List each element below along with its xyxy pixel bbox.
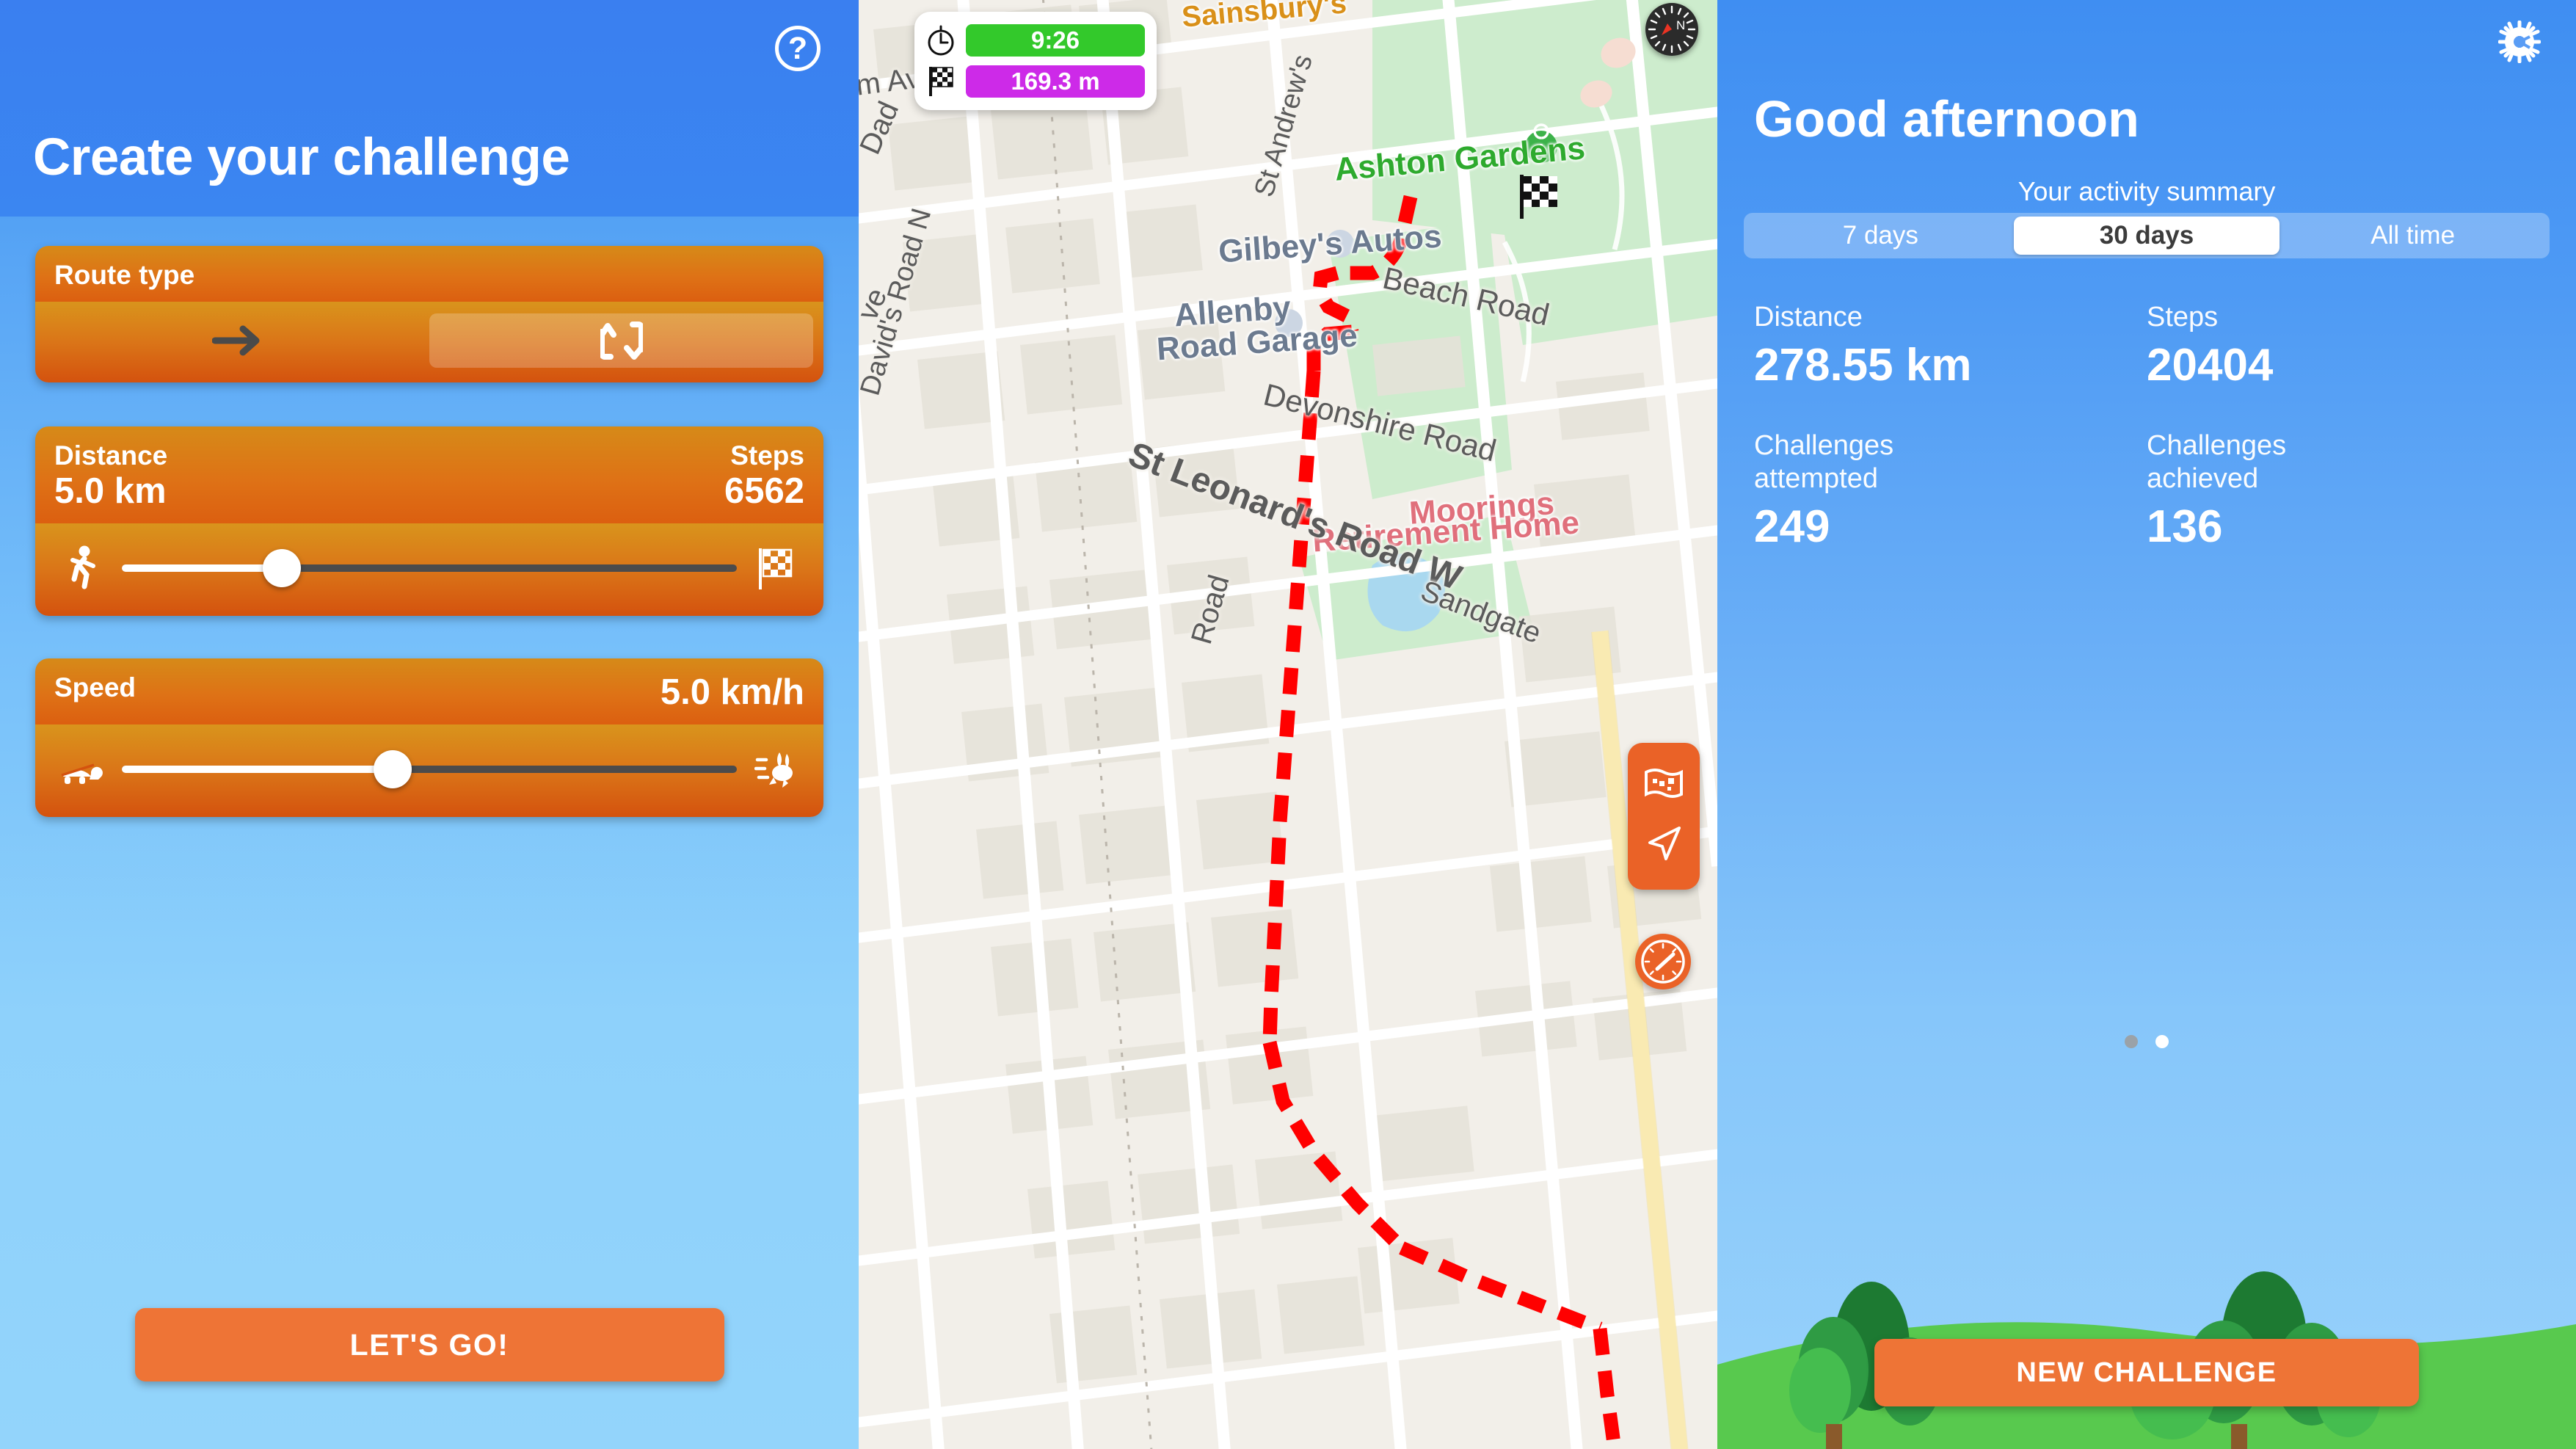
page-indicator <box>1717 1035 2576 1048</box>
run-hud-panel: 9:26 169.3 m <box>914 12 1157 110</box>
speed-card-header: Speed 5.0 km/h <box>35 658 823 724</box>
speed-slider-row <box>51 744 807 795</box>
speed-slider[interactable] <box>122 744 737 795</box>
create-challenge-screen: ? Create your challenge Route type Dista… <box>0 0 859 1449</box>
greeting-title: Good afternoon <box>1754 90 2139 148</box>
distance-slider-thumb[interactable] <box>262 548 301 587</box>
landscape-illustration <box>1717 1271 2576 1449</box>
route-type-option-loop[interactable] <box>429 313 813 368</box>
hud-time-value: 9:26 <box>966 24 1145 57</box>
distance-slider-fill <box>122 564 282 572</box>
distance-slider[interactable] <box>122 542 737 594</box>
checkered-flag-icon <box>744 545 807 591</box>
distance-value: 5.0 km <box>54 471 167 511</box>
map-screen[interactable]: Sainsbury's Ashton Gardens Gilbey's Auto… <box>859 0 1717 1449</box>
distance-card-body <box>35 523 823 616</box>
distance-slider-row <box>51 542 807 594</box>
checkered-flag-icon <box>925 65 957 98</box>
speed-value: 5.0 km/h <box>660 672 804 712</box>
compass-icon[interactable]: N <box>1645 3 1698 56</box>
route-type-option-oneway[interactable] <box>46 313 429 368</box>
map-layers-icon[interactable] <box>1643 766 1684 804</box>
speed-slider-fill <box>122 765 393 773</box>
help-icon[interactable]: ? <box>775 26 821 71</box>
gear-icon[interactable] <box>2497 20 2542 64</box>
new-challenge-wrapper: NEW CHALLENGE <box>1717 1339 2576 1406</box>
navigate-arrow-icon[interactable] <box>1644 824 1684 867</box>
lets-go-wrapper: LET'S GO! <box>0 1308 859 1381</box>
hud-time-row: 9:26 <box>925 23 1145 57</box>
distance-card: Distance 5.0 km Steps 6562 <box>35 426 823 616</box>
svg-text:N: N <box>1676 18 1685 32</box>
route-type-card-header: Route type <box>35 246 823 302</box>
speed-label: Speed <box>54 672 137 702</box>
speed-card: Speed 5.0 km/h <box>35 658 823 817</box>
steps-label: Steps <box>730 440 804 471</box>
speedometer-icon[interactable] <box>1635 934 1691 989</box>
create-challenge-header: ? Create your challenge <box>0 0 859 217</box>
stat-steps-label: Steps <box>2147 302 2219 333</box>
loop-route-icon <box>600 320 643 361</box>
dashboard-screen: Good afternoon Your activity summary 7 d… <box>1717 0 2576 1449</box>
tab-30-days[interactable]: 30 days <box>2013 217 2280 255</box>
tab-7-days[interactable]: 7 days <box>1747 217 2014 255</box>
screenshot-root: ? Create your challenge Route type Dista… <box>0 0 2576 1449</box>
rabbit-icon <box>744 748 807 791</box>
map-canvas[interactable] <box>859 0 1717 1449</box>
route-type-card: Route type <box>35 246 823 383</box>
page-dot-2[interactable] <box>2155 1035 2169 1048</box>
new-challenge-button[interactable]: NEW CHALLENGE <box>1874 1339 2419 1406</box>
hud-distance-value: 169.3 m <box>966 65 1145 98</box>
lets-go-button[interactable]: LET'S GO! <box>134 1308 724 1381</box>
stat-distance: Distance 278.55 km <box>1754 301 2147 391</box>
distance-label: Distance <box>54 440 168 471</box>
stat-challenges-attempted: Challenges attempted 249 <box>1754 429 2147 553</box>
stat-distance-label: Distance <box>1754 302 1863 333</box>
speed-slider-thumb[interactable] <box>373 749 412 788</box>
finish-flag-marker <box>1518 173 1557 224</box>
tab-all-time[interactable]: All time <box>2280 217 2546 255</box>
arrow-right-icon <box>211 324 263 357</box>
route-type-card-body <box>35 302 823 383</box>
stat-challenges-achieved-value: 136 <box>2147 501 2223 552</box>
stat-challenges-achieved-label: Challenges achieved <box>2147 429 2287 495</box>
stat-challenges-achieved: Challenges achieved 136 <box>2147 429 2539 553</box>
turtle-icon <box>51 752 114 787</box>
help-icon-glyph: ? <box>787 30 808 66</box>
speed-card-body <box>35 724 823 817</box>
page-dot-1[interactable] <box>2125 1035 2138 1048</box>
stat-steps-value: 20404 <box>2147 339 2274 391</box>
stat-challenges-attempted-label: Challenges attempted <box>1754 429 1894 495</box>
stat-distance-value: 278.55 km <box>1754 339 1972 391</box>
route-type-segmented-control <box>46 313 813 368</box>
range-segmented-control: 7 days 30 days All time <box>1744 213 2550 258</box>
distance-card-header: Distance 5.0 km Steps 6562 <box>35 426 823 523</box>
activity-summary-subtitle: Your activity summary <box>2017 176 2276 206</box>
route-type-label: Route type <box>54 260 195 290</box>
steps-value: 6562 <box>724 471 804 511</box>
page-title: Create your challenge <box>33 128 570 186</box>
stat-challenges-attempted-value: 249 <box>1754 501 1830 552</box>
stat-steps: Steps 20404 <box>2147 301 2539 391</box>
walking-person-icon <box>51 545 114 591</box>
stats-grid: Distance 278.55 km Steps 20404 Challenge… <box>1754 301 2539 591</box>
hud-distance-row: 169.3 m <box>925 65 1145 98</box>
clock-icon <box>925 23 957 57</box>
map-controls-panel <box>1628 743 1700 890</box>
